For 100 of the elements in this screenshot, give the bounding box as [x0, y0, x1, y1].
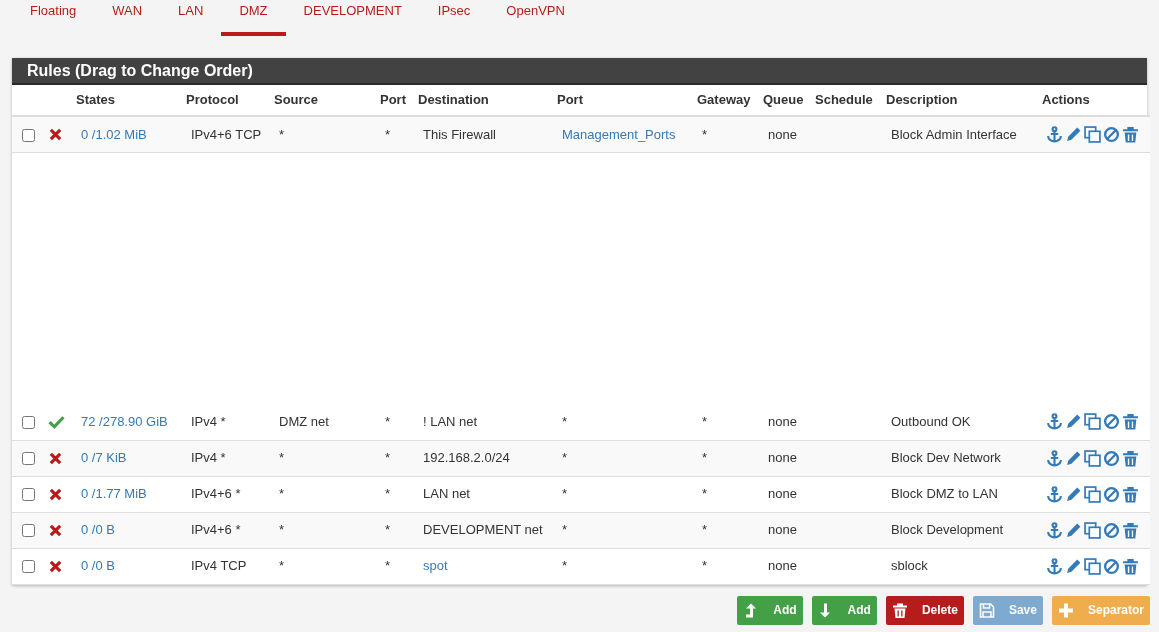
- column-header: Description: [886, 92, 958, 108]
- description-cell: Block Admin Interface: [891, 126, 1017, 142]
- destination-cell: ! LAN net: [423, 414, 478, 429]
- copy-icon[interactable]: [1084, 557, 1101, 575]
- port-cell: *: [385, 522, 391, 538]
- add-top-button[interactable]: Add: [737, 595, 803, 625]
- protocol-cell: IPv4 *: [191, 450, 226, 466]
- tab[interactable]: DEVELOPMENT: [285, 0, 420, 36]
- column-header: Port: [380, 92, 406, 108]
- gateway-cell: *: [702, 450, 708, 466]
- tab[interactable]: Floating: [12, 0, 95, 36]
- states-link[interactable]: 0 /1.02 MiB: [81, 126, 147, 142]
- queue-cell: none: [768, 450, 797, 466]
- queue-cell: none: [768, 558, 797, 574]
- row-checkbox[interactable]: [22, 488, 35, 502]
- port-cell: *: [385, 414, 391, 429]
- tab[interactable]: OpenVPN: [488, 0, 583, 36]
- anchor-icon[interactable]: [1046, 125, 1063, 143]
- column-header: Port: [557, 92, 583, 108]
- row-checkbox[interactable]: [22, 560, 35, 574]
- column-header: States: [76, 92, 116, 108]
- column-header: Destination: [418, 92, 489, 108]
- trash-icon[interactable]: [1122, 413, 1139, 431]
- gateway-cell: *: [702, 126, 708, 142]
- port-cell: *: [385, 486, 391, 502]
- description-cell: sblock: [891, 558, 928, 574]
- trash-icon[interactable]: [1122, 125, 1139, 143]
- edit-icon[interactable]: [1065, 557, 1082, 575]
- tab[interactable]: DMZ: [221, 0, 286, 36]
- protocol-cell: IPv4 *: [191, 414, 226, 429]
- disable-icon[interactable]: [1103, 485, 1120, 503]
- row-checkbox[interactable]: [22, 452, 35, 466]
- states-link[interactable]: 0 /0 B: [81, 522, 115, 538]
- row-checkbox[interactable]: [22, 524, 35, 538]
- disable-icon[interactable]: [1103, 413, 1120, 431]
- anchor-icon[interactable]: [1046, 557, 1063, 575]
- states-link[interactable]: 0 /7 KiB: [81, 450, 127, 466]
- port-cell: *: [562, 450, 568, 466]
- anchor-icon[interactable]: [1046, 485, 1063, 503]
- gateway-cell: *: [702, 486, 708, 502]
- destination-cell: 192.168.2.0/24: [423, 450, 510, 466]
- disable-icon[interactable]: [1103, 521, 1120, 539]
- gateway-cell: *: [702, 522, 708, 538]
- gateway-cell: *: [702, 414, 708, 429]
- copy-icon[interactable]: [1084, 521, 1101, 539]
- source-cell: DMZ net: [279, 414, 329, 429]
- row-checkbox[interactable]: [22, 416, 35, 430]
- delete-button[interactable]: Delete: [885, 595, 964, 625]
- anchor-icon[interactable]: [1046, 449, 1063, 467]
- anchor-icon[interactable]: [1046, 521, 1063, 539]
- copy-icon[interactable]: [1084, 485, 1101, 503]
- port-cell: *: [562, 486, 568, 502]
- destination-link[interactable]: spot: [423, 558, 448, 574]
- disable-icon[interactable]: [1103, 125, 1120, 143]
- tab[interactable]: LAN: [160, 0, 222, 36]
- plus-icon: [1057, 601, 1074, 619]
- source-cell: *: [279, 450, 285, 466]
- row-checkbox[interactable]: [22, 128, 35, 142]
- disable-icon[interactable]: [1103, 449, 1120, 467]
- panel-title: Rules (Drag to Change Order): [27, 60, 253, 81]
- description-cell: Block DMZ to LAN: [891, 486, 998, 502]
- edit-icon[interactable]: [1065, 521, 1082, 539]
- disable-icon[interactable]: [1103, 557, 1120, 575]
- gateway-cell: *: [702, 558, 708, 574]
- edit-icon[interactable]: [1065, 485, 1082, 503]
- states-link[interactable]: 0 /0 B: [81, 558, 115, 574]
- trash-icon[interactable]: [1122, 449, 1139, 467]
- port-link[interactable]: Management_Ports: [562, 126, 676, 142]
- destination-cell: LAN net: [423, 486, 470, 502]
- description-cell: Block Dev Network: [891, 450, 1001, 466]
- port-cell: *: [385, 126, 391, 142]
- source-cell: *: [279, 558, 285, 574]
- destination-cell: This Firewall: [423, 126, 496, 142]
- edit-icon[interactable]: [1065, 413, 1082, 431]
- copy-icon[interactable]: [1084, 413, 1101, 431]
- add-bottom-button[interactable]: Add: [811, 595, 877, 625]
- queue-cell: none: [768, 414, 797, 429]
- trash-icon[interactable]: [1122, 557, 1139, 575]
- source-cell: *: [279, 126, 285, 142]
- anchor-icon[interactable]: [1046, 413, 1063, 431]
- edit-icon[interactable]: [1065, 449, 1082, 467]
- tab[interactable]: IPsec: [419, 0, 489, 36]
- trash-icon: [891, 601, 908, 619]
- queue-cell: none: [768, 126, 797, 142]
- queue-cell: none: [768, 486, 797, 502]
- states-link[interactable]: 72 /278.90 GiB: [81, 414, 168, 429]
- source-cell: *: [279, 486, 285, 502]
- tab[interactable]: WAN: [94, 0, 161, 36]
- column-header: Protocol: [186, 92, 239, 108]
- port-cell: *: [562, 558, 568, 574]
- port-cell: *: [562, 522, 568, 538]
- states-link[interactable]: 0 /1.77 MiB: [81, 486, 147, 502]
- trash-icon[interactable]: [1122, 485, 1139, 503]
- copy-icon[interactable]: [1084, 449, 1101, 467]
- edit-icon[interactable]: [1065, 125, 1082, 143]
- port-cell: *: [562, 414, 568, 429]
- port-cell: *: [385, 558, 391, 574]
- copy-icon[interactable]: [1084, 125, 1101, 143]
- column-header: Gateway: [697, 92, 751, 108]
- trash-icon[interactable]: [1122, 521, 1139, 539]
